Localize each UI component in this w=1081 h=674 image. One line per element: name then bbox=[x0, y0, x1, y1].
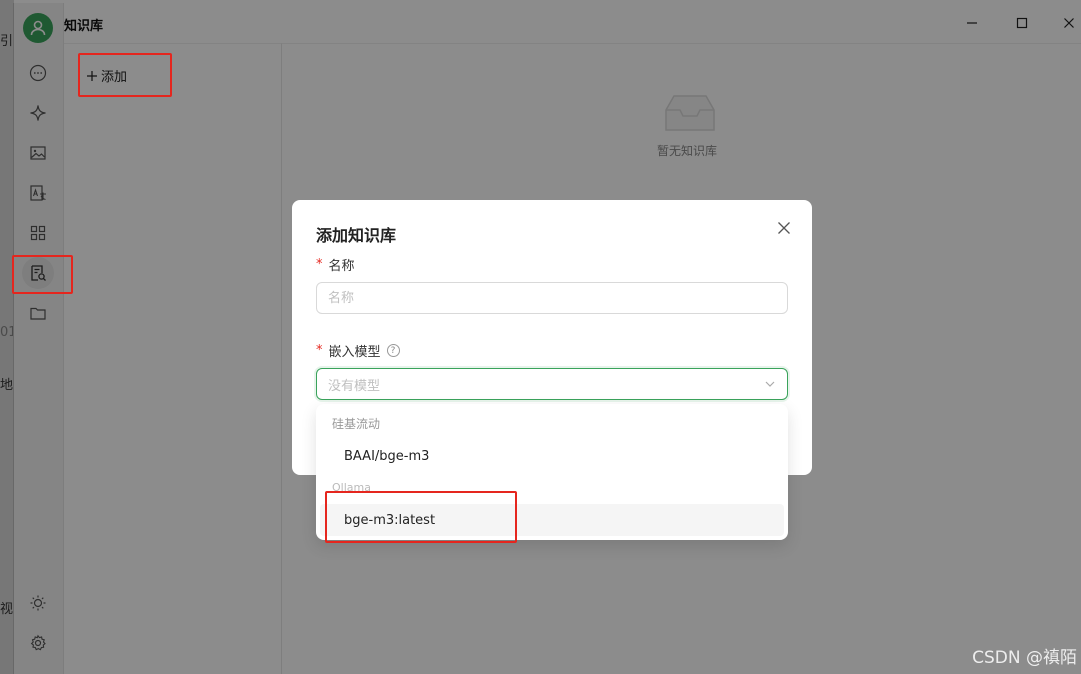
dropdown-group-label: 硅基流动 bbox=[332, 417, 381, 431]
embedding-model-select[interactable]: 没有模型 bbox=[316, 368, 788, 400]
close-icon[interactable] bbox=[776, 220, 792, 236]
required-asterisk: * bbox=[316, 343, 323, 358]
watermark: CSDN @禛陌 bbox=[972, 648, 1077, 668]
annotation-box bbox=[78, 53, 172, 97]
help-question-icon[interactable]: ? bbox=[386, 344, 400, 357]
dropdown-option[interactable]: BAAI/bge-m3 bbox=[320, 440, 784, 472]
dialog-title: 添加知识库 bbox=[316, 226, 397, 245]
name-label-text: 名称 bbox=[328, 259, 355, 274]
model-label-text: 嵌入模型 bbox=[328, 345, 381, 360]
chevron-down-icon bbox=[765, 381, 775, 387]
name-field-label: * 名称 bbox=[316, 255, 355, 274]
annotation-box bbox=[325, 491, 517, 543]
model-field-label: * 嵌入模型 ? bbox=[316, 341, 400, 360]
required-asterisk: * bbox=[316, 257, 323, 272]
name-input[interactable] bbox=[316, 282, 788, 314]
annotation-box bbox=[12, 255, 73, 294]
select-placeholder: 没有模型 bbox=[328, 378, 381, 394]
